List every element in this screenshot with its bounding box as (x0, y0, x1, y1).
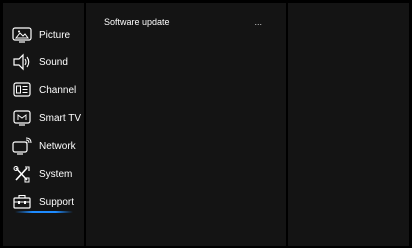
tools-icon (11, 165, 33, 183)
menu-item-label: Support (39, 196, 75, 208)
network-icon (11, 137, 33, 155)
menu-item-picture[interactable]: Picture (11, 25, 83, 45)
menu-item-label: Sound (39, 56, 68, 68)
menu-item-smart-tv[interactable]: Smart TV (11, 108, 83, 128)
picture-icon (11, 26, 33, 44)
toolbox-icon (11, 193, 33, 211)
menu-item-label: Channel (39, 84, 77, 96)
menu-item-label: Picture (39, 29, 71, 41)
channel-icon (11, 81, 33, 99)
menu-item-sound[interactable]: Sound (11, 52, 83, 72)
software-update-value: ... (254, 17, 262, 27)
menu-item-label: Network (39, 140, 76, 152)
menu-item-support[interactable]: Support (11, 192, 83, 212)
submenu-panel: Software update ... (86, 3, 286, 246)
software-update-item[interactable]: Software update ... (104, 17, 274, 31)
menu-item-label: System (39, 168, 73, 180)
smart-tv-icon (11, 109, 33, 127)
menu-item-channel[interactable]: Channel (11, 80, 83, 100)
menu-item-label: Smart TV (39, 112, 82, 124)
menu-item-network[interactable]: Network (11, 136, 83, 156)
main-menu-sidebar: Picture Sound Channel Smart TV Network S… (3, 3, 84, 246)
settings-screen: Picture Sound Channel Smart TV Network S… (0, 0, 412, 248)
menu-item-system[interactable]: System (11, 164, 83, 184)
selection-indicator (15, 211, 73, 213)
software-update-label: Software update (104, 17, 170, 27)
detail-panel (288, 3, 409, 246)
speaker-icon (11, 53, 33, 71)
